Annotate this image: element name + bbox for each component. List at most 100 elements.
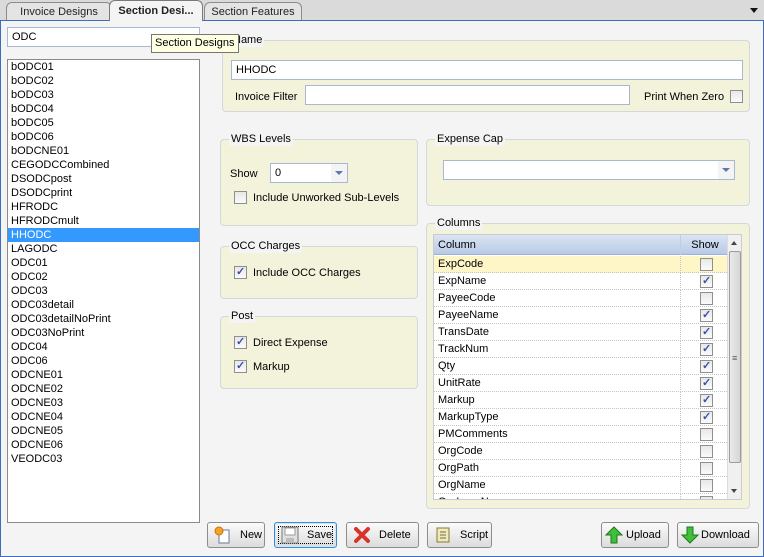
section-list-item[interactable]: ODCNE04: [8, 410, 199, 424]
include-occ-checkbox[interactable]: [234, 265, 247, 279]
section-list-item[interactable]: bODC06: [8, 130, 199, 144]
show-checkbox[interactable]: [700, 274, 713, 288]
scroll-thumb[interactable]: ≡: [729, 251, 741, 463]
grid-row[interactable]: PMComments: [434, 426, 729, 443]
section-list-item[interactable]: DSODCprint: [8, 186, 199, 200]
markup-checkbox[interactable]: [234, 359, 247, 373]
grid-row[interactable]: MarkupType: [434, 409, 729, 426]
delete-button[interactable]: Delete: [346, 522, 419, 548]
column-header-column[interactable]: Column: [438, 239, 476, 251]
grid-row[interactable]: TransDate: [434, 324, 729, 341]
grid-row[interactable]: OrgPath: [434, 460, 729, 477]
show-checkbox[interactable]: [700, 359, 713, 373]
grid-row[interactable]: PayeeCode: [434, 290, 729, 307]
grid-scrollbar[interactable]: ≡: [727, 235, 741, 499]
include-occ-label: Include OCC Charges: [253, 267, 361, 279]
grid-header: Column Show: [434, 235, 729, 255]
scroll-up-icon[interactable]: [731, 241, 737, 245]
chevron-down-icon[interactable]: [331, 164, 347, 182]
show-checkbox[interactable]: [700, 308, 713, 322]
show-checkbox[interactable]: [700, 393, 713, 407]
grid-row[interactable]: Qty: [434, 358, 729, 375]
show-checkbox[interactable]: [700, 462, 713, 475]
direct-expense-checkbox[interactable]: [234, 335, 247, 349]
show-checkbox[interactable]: [700, 479, 713, 492]
include-unworked-checkbox[interactable]: [234, 191, 247, 204]
column-name-cell: PayeeCode: [438, 292, 496, 304]
section-list-item[interactable]: VEODC03: [8, 452, 199, 466]
grid-row[interactable]: OrgLongName: [434, 494, 729, 499]
section-list-item[interactable]: ODCNE02: [8, 382, 199, 396]
section-list-item[interactable]: bODC05: [8, 116, 199, 130]
section-list-item[interactable]: ODC06: [8, 354, 199, 368]
chevron-down-icon[interactable]: [718, 161, 734, 179]
section-list-item[interactable]: HHODC: [8, 228, 199, 242]
section-list-item[interactable]: DSODCpost: [8, 172, 199, 186]
show-checkbox[interactable]: [700, 496, 713, 499]
section-list-item[interactable]: ODCNE06: [8, 438, 199, 452]
column-header-show[interactable]: Show: [680, 235, 729, 255]
wbs-levels-group: WBS Levels Show 0 Include Unworked Sub-L…: [220, 132, 418, 226]
new-button[interactable]: New: [207, 522, 265, 548]
delete-button-label: Delete: [379, 529, 411, 541]
show-checkbox[interactable]: [700, 342, 713, 356]
show-checkbox[interactable]: [700, 258, 713, 271]
section-list-item[interactable]: bODC03: [8, 88, 199, 102]
expense-cap-dropdown[interactable]: [443, 160, 735, 180]
upload-button[interactable]: Upload: [601, 522, 669, 548]
section-list-item[interactable]: ODC02: [8, 270, 199, 284]
section-list-item[interactable]: bODC04: [8, 102, 199, 116]
section-list-item[interactable]: ODCNE01: [8, 368, 199, 382]
invoice-filter-input[interactable]: [305, 85, 630, 105]
save-button[interactable]: Save: [274, 522, 337, 548]
section-list-item[interactable]: ODC03: [8, 284, 199, 298]
section-list[interactable]: bODC01 bODC02 bODC03 bODC04 bODC05 bODC06 bODC…: [7, 59, 200, 523]
section-list-item[interactable]: ODC01: [8, 256, 199, 270]
scroll-down-icon[interactable]: [731, 489, 737, 493]
name-input[interactable]: HHODC: [231, 60, 743, 80]
column-name-cell: TransDate: [438, 326, 489, 338]
section-list-item[interactable]: HFRODCmult: [8, 214, 199, 228]
section-list-item[interactable]: ODC03NoPrint: [8, 326, 199, 340]
section-list-item[interactable]: ODCNE05: [8, 424, 199, 438]
section-list-item[interactable]: HFRODC: [8, 200, 199, 214]
tab-section-designs[interactable]: Section Desi...: [109, 0, 203, 21]
grid-row[interactable]: UnitRate: [434, 375, 729, 392]
script-button[interactable]: Script: [427, 522, 492, 548]
grid-row[interactable]: TrackNum: [434, 341, 729, 358]
print-when-zero-checkbox[interactable]: [730, 90, 743, 103]
section-list-item[interactable]: bODCNE01: [8, 144, 199, 158]
save-disk-icon: [281, 526, 299, 544]
show-checkbox[interactable]: [700, 428, 713, 441]
wbs-show-value: 0: [275, 167, 282, 179]
grid-row[interactable]: Markup: [434, 392, 729, 409]
section-list-item[interactable]: ODCNE03: [8, 396, 199, 410]
include-unworked-label: Include Unworked Sub-Levels: [253, 192, 400, 204]
show-checkbox[interactable]: [700, 376, 713, 390]
tab-section-features[interactable]: Section Features: [204, 2, 302, 21]
tab-list-dropdown-icon[interactable]: [750, 8, 758, 13]
show-checkbox[interactable]: [700, 325, 713, 339]
markup-label: Markup: [253, 361, 290, 373]
grid-row[interactable]: ExpName: [434, 273, 729, 290]
wbs-show-dropdown[interactable]: 0: [270, 163, 348, 183]
wbs-levels-legend: WBS Levels: [229, 132, 293, 146]
show-checkbox[interactable]: [700, 292, 713, 305]
section-list-item[interactable]: ODC04: [8, 340, 199, 354]
column-name-cell: OrgPath: [438, 462, 479, 474]
section-list-item[interactable]: LAGODC: [8, 242, 199, 256]
show-checkbox[interactable]: [700, 445, 713, 458]
grid-row[interactable]: PayeeName: [434, 307, 729, 324]
section-list-item[interactable]: CEGODCCombined: [8, 158, 199, 172]
tab-invoice-designs[interactable]: Invoice Designs: [6, 2, 112, 21]
section-list-item[interactable]: ODC03detail: [8, 298, 199, 312]
grid-row[interactable]: OrgName: [434, 477, 729, 494]
section-list-item[interactable]: bODC02: [8, 74, 199, 88]
show-checkbox[interactable]: [700, 410, 713, 424]
grid-row[interactable]: ExpCode: [434, 256, 729, 273]
grid-row[interactable]: OrgCode: [434, 443, 729, 460]
script-scroll-icon: [434, 526, 452, 544]
download-button[interactable]: Download: [677, 522, 759, 548]
section-list-item[interactable]: bODC01: [8, 60, 199, 74]
section-list-item[interactable]: ODC03detailNoPrint: [8, 312, 199, 326]
